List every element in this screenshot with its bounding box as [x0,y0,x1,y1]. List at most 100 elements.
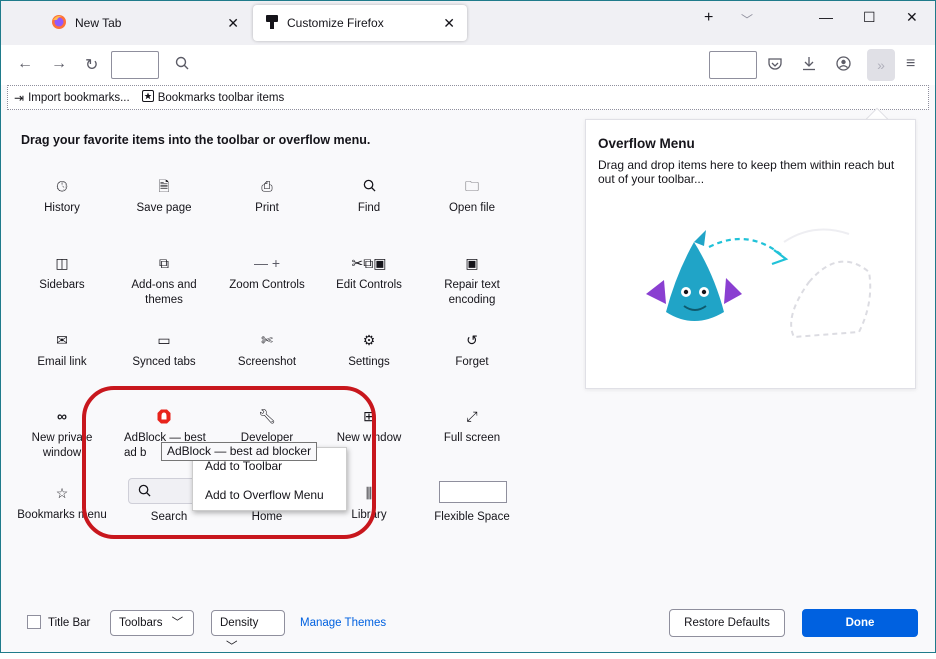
palette-item-edit-controls[interactable]: ✂⧉▣ Edit Controls [319,256,419,293]
palette-item-full-screen[interactable]: ⤢ Full screen [422,409,522,446]
import-icon: ⇥ [14,90,25,105]
bookmarks-toolbar: ⇥ Import bookmarks... Bookmarks toolbar … [7,85,929,110]
palette-item-forget[interactable]: ↺ Forget [422,333,522,370]
palette-item-label: Screenshot [237,356,297,368]
star-box-icon [141,90,154,105]
import-bookmarks-item[interactable]: ⇥ Import bookmarks... [14,91,130,105]
tab-customize-firefox[interactable]: Customize Firefox ✕ [253,5,467,41]
palette-item-find[interactable]: Find [319,179,419,216]
palette-item-sidebars[interactable]: ◫ Sidebars [12,256,112,293]
overflow-menu-button[interactable]: » [867,49,895,81]
fullscreen-icon: ⤢ [466,408,478,424]
menu-item-add-to-toolbar[interactable]: Add to Toolbar [205,459,282,473]
palette-item-label: Save page [136,202,192,214]
restore-defaults-button[interactable]: Restore Defaults [669,609,785,637]
palette-item-zoom-controls[interactable]: — + Zoom Controls [217,256,317,293]
density-dropdown[interactable]: Density ﹀ [211,610,285,653]
close-tab-icon[interactable]: ✕ [443,15,455,32]
synced-tabs-icon: ▭ [157,332,171,348]
palette-item-label: Sidebars [39,279,85,291]
screenshot-icon: ✄ [261,332,273,348]
pocket-icon[interactable] [768,57,782,76]
tooltip: AdBlock — best ad blocker [161,442,318,461]
firefox-window: New Tab ✕ Customize Firefox ✕ + ﹀ — ☐ ✕ … [0,0,936,653]
forward-arrow-icon[interactable]: → [51,55,67,73]
minimize-icon[interactable]: — [819,9,833,25]
reload-icon[interactable]: ↻ [85,55,98,75]
tab-bar: New Tab ✕ Customize Firefox ✕ + ﹀ — ☐ ✕ [1,1,935,45]
palette-item-print[interactable]: ⎙ Print [217,179,317,216]
done-button[interactable]: Done [802,609,918,637]
chevron-down-icon: ﹀ [226,641,238,653]
flexible-space-preview[interactable] [439,481,507,503]
toolbars-dropdown[interactable]: Toolbars ﹀ [110,610,194,636]
close-tab-icon[interactable]: ✕ [227,15,239,32]
save-page-icon: 🗎︎ [158,178,170,194]
dragon-mascot-illustration [646,228,872,339]
menu-item-add-to-overflow-menu[interactable]: Add to Overflow Menu [205,488,324,502]
palette-item-settings[interactable]: ⚙ Settings [319,333,419,370]
manage-themes-link[interactable]: Manage Themes [300,617,386,629]
dropdown-label: Density [220,617,259,629]
new-tab-icon[interactable]: + [704,9,713,27]
downloads-icon[interactable] [802,56,816,76]
text-encoding-icon: ▣ [465,255,479,271]
palette-item-save-page[interactable]: 🗎︎ Save page [114,179,214,216]
print-icon: ⎙ [261,178,273,194]
title-bar-label: Title Bar [48,617,91,629]
palette-item-label: Zoom Controls [229,279,305,291]
palette-item-label: Settings [348,356,390,368]
palette-item-open-file[interactable]: 🗀︎ Open file [422,179,522,216]
firefox-logo-icon [51,14,67,33]
palette-item-email-link[interactable]: ✉ Email link [12,333,112,370]
forget-icon: ↺ [466,332,478,348]
zoom-controls-icon: — + [253,255,281,271]
palette-item-synced-tabs[interactable]: ▭ Synced tabs [114,333,214,370]
palette-item-flexible-space[interactable]: Flexible Space [422,510,522,525]
double-chevron-icon: » [877,57,885,73]
palette-item-label: History [44,202,80,214]
chevron-down-icon[interactable]: ﹀ [741,11,753,28]
back-arrow-icon[interactable]: ← [17,55,33,73]
palette-item-label: Full screen [443,432,501,444]
palette-item-screenshot[interactable]: ✄ Screenshot [217,333,317,370]
overflow-panel-description: Drag and drop items here to keep them wi… [598,158,895,186]
palette-item-label: Email link [37,356,87,368]
hamburger-menu-icon[interactable]: ≡ [906,55,915,73]
palette-item-label: Synced tabs [132,356,196,368]
edit-controls-icon: ✂⧉▣ [351,255,387,271]
bookmarks-toolbar-items[interactable]: Bookmarks toolbar items [141,90,285,105]
bookmark-label: Import bookmarks... [28,91,130,104]
clock-icon: 🕓︎ [56,178,68,194]
palette-item-label: Edit Controls [336,279,402,291]
palette-item-label: Print [255,202,279,214]
account-icon[interactable] [836,56,851,76]
search-icon [319,179,419,201]
title-bar-checkbox[interactable] [27,615,41,629]
palette-item-label: Forget [455,356,489,368]
close-window-icon[interactable]: ✕ [906,9,918,26]
tab-label: Customize Firefox [287,16,384,30]
maximize-icon[interactable]: ☐ [863,9,876,26]
chevron-down-icon: ﹀ [171,617,184,629]
palette-item-history[interactable]: 🕓︎ History [12,179,112,216]
palette-item-repair-text-encoding[interactable]: ▣ Repair text encoding [422,256,522,308]
paintbrush-icon [265,14,279,33]
bookmark-label: Bookmarks toolbar items [157,91,285,104]
dropdown-label: Toolbars [119,617,163,629]
gear-icon: ⚙ [362,332,376,348]
palette-item-label: Open file [448,202,496,214]
sidebar-icon: ◫ [55,255,69,271]
palette-item-label: Flexible Space [434,511,510,523]
navigation-toolbar: ← → ↻ » ≡ [1,45,935,85]
palette-item-label: Find [357,202,381,214]
tab-label: New Tab [75,16,122,30]
search-icon[interactable] [175,56,189,73]
folder-icon: 🗀︎ [465,178,479,194]
mail-icon: ✉ [56,332,68,348]
palette-item-label: Add-ons and themes [131,279,197,306]
url-bar-placeholder[interactable] [111,51,159,79]
tab-new-tab[interactable]: New Tab ✕ [39,5,251,41]
search-bar-placeholder[interactable] [709,51,757,79]
palette-item-addons[interactable]: ⧉ Add-ons and themes [114,256,214,308]
